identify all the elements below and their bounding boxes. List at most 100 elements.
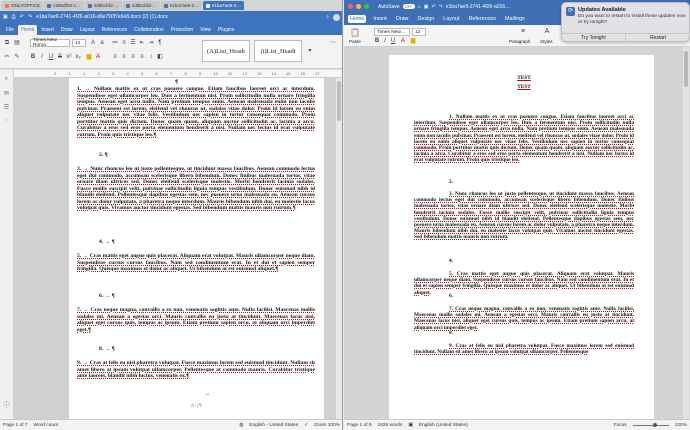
format-painter-icon[interactable]: ✎ xyxy=(14,54,20,60)
strikethrough-icon[interactable]: S xyxy=(57,54,63,60)
home-icon[interactable]: ⌂ xyxy=(418,4,421,10)
document-paragraph[interactable]: 9. → Cras at felis eu nisl pharetra volu… xyxy=(77,360,315,380)
font-name-select[interactable]: Times New… xyxy=(374,28,410,36)
superscript-icon[interactable]: x² xyxy=(66,54,72,60)
vertical-scrollbar[interactable] xyxy=(336,78,342,419)
bold-icon[interactable]: B xyxy=(374,38,380,44)
document-paragraph[interactable]: 5. → Cras mattis eget augue quis placera… xyxy=(77,253,315,273)
menu-draw[interactable]: Draw xyxy=(394,15,411,23)
document-paragraph[interactable]: 4. xyxy=(414,258,634,264)
more-icon[interactable]: ⋯ xyxy=(330,40,336,46)
focus-mode[interactable]: Focus xyxy=(614,423,627,428)
paragraph-mark-icon[interactable]: ¶ xyxy=(157,40,163,46)
menu-design[interactable]: Design xyxy=(415,15,436,23)
language-indicator[interactable]: English (United States) xyxy=(419,423,468,428)
line-spacing-icon[interactable]: ↕ xyxy=(148,54,154,60)
font-size-select[interactable]: 12 xyxy=(412,28,426,36)
vertical-scrollbar[interactable] xyxy=(683,47,689,419)
increase-indent-icon[interactable]: ⇥ xyxy=(148,40,154,46)
increase-font-icon[interactable]: A xyxy=(90,40,96,46)
paste-icon[interactable]: 📋 xyxy=(350,28,360,37)
document-page[interactable]: TEST TEST 1. Nullam mattis ex ut cras posu… xyxy=(389,55,654,419)
bullet-list-icon[interactable]: ≔ xyxy=(112,40,118,46)
paragraph-icon[interactable]: ≡ xyxy=(520,28,526,35)
menu-references[interactable]: References xyxy=(466,15,498,23)
tab-document-active[interactable]: e1ba7ae9-2… xyxy=(202,1,244,10)
menu-layout[interactable]: Layout xyxy=(441,15,461,23)
page-indicator[interactable]: Page 1 of 9 xyxy=(347,423,372,428)
zoom-button[interactable] xyxy=(364,4,369,9)
document-paragraph[interactable]: 6. → ¶ xyxy=(77,293,315,300)
menu-home[interactable]: Home xyxy=(18,25,38,35)
scrollbar-thumb[interactable] xyxy=(337,81,341,121)
proofing-icon[interactable]: ▣ xyxy=(408,423,413,428)
word-count[interactable]: Word count xyxy=(34,423,58,428)
tab-document-4[interactable]: e1ba7ae9-2… xyxy=(160,1,202,10)
menu-collaboration[interactable]: Collaboration xyxy=(131,25,166,35)
document-paragraph[interactable]: 2. ¶ xyxy=(77,152,315,159)
document-paragraph[interactable]: 8. → ¶ xyxy=(77,346,315,353)
multilevel-list-icon[interactable]: ☰ xyxy=(130,40,136,46)
tab-document-2[interactable]: 4d5bcfdd-… xyxy=(84,1,122,10)
undo-icon[interactable]: ↶ xyxy=(20,14,24,20)
document-paragraph[interactable]: 9. Cras at felis eu nisl pharetra volutp… xyxy=(414,343,634,355)
menu-insert[interactable]: Insert xyxy=(371,15,388,23)
close-button[interactable] xyxy=(348,4,353,9)
font-color-icon[interactable]: A xyxy=(400,38,406,44)
page-indicator[interactable]: Page 1 of 7 xyxy=(3,423,28,428)
document-paragraph[interactable]: 2. xyxy=(414,179,634,185)
navigation-icon[interactable]: ☰ xyxy=(3,104,10,111)
document-paragraph[interactable]: 3. Nunc rhoncus leo ut justo pellentesqu… xyxy=(414,191,634,241)
menu-mailings[interactable]: Mailings xyxy=(503,15,527,23)
underline-icon[interactable]: U xyxy=(48,54,54,60)
menu-insert[interactable]: Insert xyxy=(38,25,57,35)
copy-icon[interactable]: ⧉ xyxy=(4,40,10,46)
tab-onlyoffice-home[interactable]: ONLYOFFICE xyxy=(2,1,44,10)
document-paragraph[interactable]: → xyxy=(77,391,315,398)
document-heading[interactable]: TEST xyxy=(414,84,634,90)
zoom-slider-thumb[interactable] xyxy=(652,422,657,427)
language-indicator[interactable]: English - United States xyxy=(249,423,298,428)
tab-document-3[interactable]: 4d5bcfdd-… xyxy=(122,1,160,10)
menu-home[interactable]: Home xyxy=(348,15,367,23)
save-icon[interactable]: ▣ xyxy=(424,4,429,10)
font-size-select[interactable]: 12 xyxy=(72,39,86,47)
document-paragraph[interactable]: 3. → Nunc rhoncus leo ut justo pellentes… xyxy=(77,166,315,212)
document-paragraph[interactable]: 7. Cras neque magna, convallis a ex non,… xyxy=(414,306,634,331)
redo-icon[interactable]: ↷ xyxy=(439,4,443,10)
highlight-icon[interactable]: ▆ xyxy=(410,38,416,44)
document-paragraph[interactable]: ¶ xyxy=(77,79,315,86)
autosave-toggle[interactable]: OFF xyxy=(402,4,415,9)
restart-button[interactable]: Restart xyxy=(626,33,690,42)
font-color-icon[interactable]: A xyxy=(95,54,101,60)
tab-document-1[interactable]: c906df18-1… xyxy=(44,1,84,10)
try-tonight-button[interactable]: Try Tonight xyxy=(562,33,626,42)
italic-icon[interactable]: I xyxy=(39,54,45,60)
minimize-button[interactable] xyxy=(356,4,361,9)
zoom-level[interactable]: Zoom 100% xyxy=(314,423,340,428)
chevron-down-icon[interactable]: ▾ xyxy=(307,48,313,54)
document-paragraph[interactable]: 6. xyxy=(414,293,634,299)
style-list-heading-i[interactable]: (i)List_Headi xyxy=(254,40,302,62)
italic-icon[interactable]: I xyxy=(382,38,388,44)
zoom-level[interactable]: 120% xyxy=(675,423,687,428)
undo-icon[interactable]: ↶ xyxy=(431,4,435,10)
font-name-select[interactable]: Times New Roma xyxy=(30,38,70,48)
document-heading[interactable]: TEST xyxy=(414,75,634,81)
align-right-icon[interactable]: ≡ xyxy=(130,54,136,60)
user-avatar[interactable] xyxy=(333,13,340,21)
menu-file[interactable]: File xyxy=(3,25,17,35)
document-page[interactable]: ¶ 1. → Nullam mattis ex ut cras posuere c… xyxy=(69,78,324,419)
decrease-font-icon[interactable]: a xyxy=(99,40,105,46)
word-count[interactable]: 1826 words xyxy=(378,423,403,428)
search-icon[interactable]: ⌕ xyxy=(3,76,10,83)
save-icon[interactable]: ▣ xyxy=(3,14,8,20)
spellcheck-icon[interactable]: ✓ xyxy=(304,423,308,428)
print-icon[interactable]: ⎙ xyxy=(12,14,16,20)
style-list-heading-a[interactable]: (A)List_Headi xyxy=(202,40,250,62)
bold-icon[interactable]: B xyxy=(30,54,36,60)
menu-protection[interactable]: Protection xyxy=(168,25,197,35)
paste-icon[interactable]: ▤ xyxy=(14,40,20,46)
redo-icon[interactable]: ↷ xyxy=(28,14,32,20)
paragraph-label[interactable]: Paragraph xyxy=(509,39,530,44)
